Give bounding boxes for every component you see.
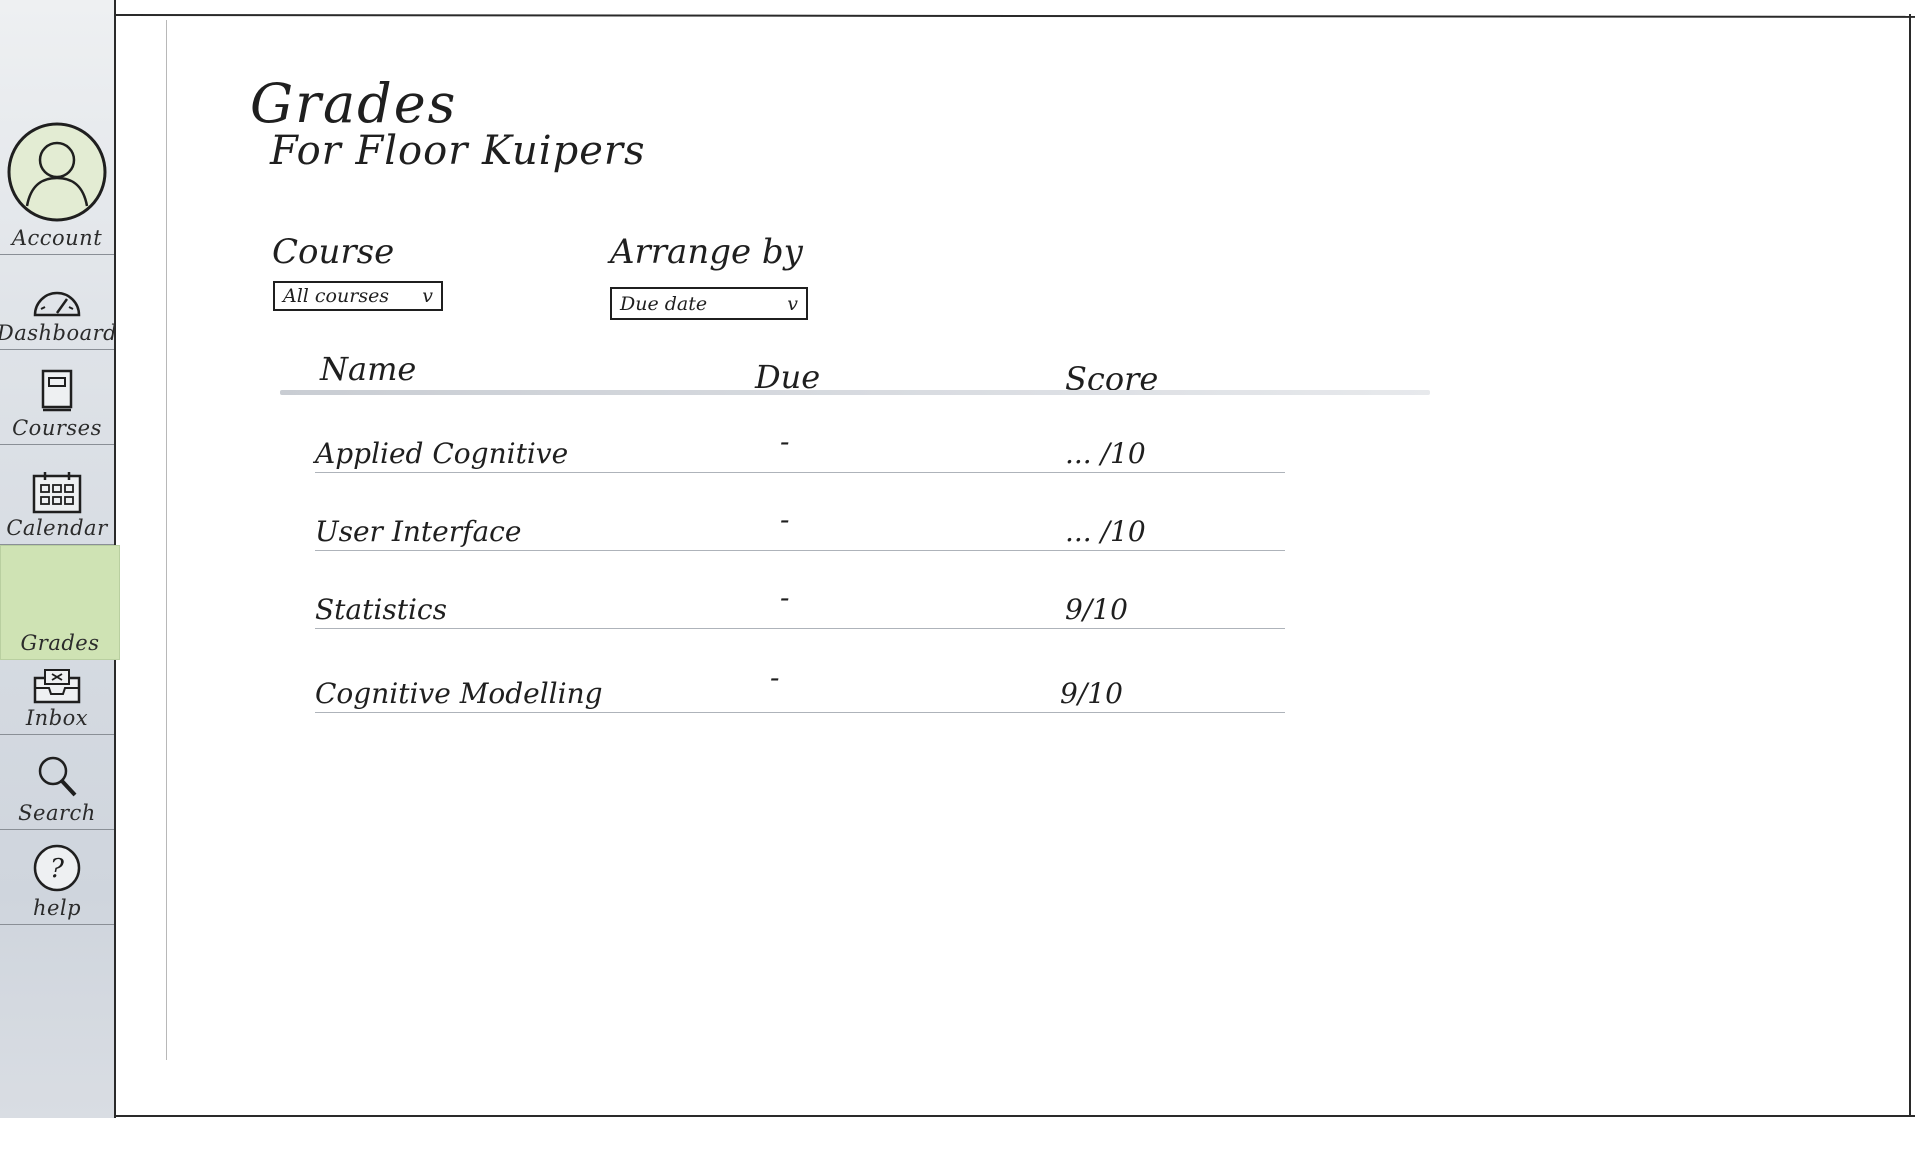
frame-right-border: [1909, 14, 1911, 1115]
sidebar-item-courses[interactable]: Courses: [0, 350, 114, 445]
sidebar-item-inbox[interactable]: Inbox: [0, 660, 114, 735]
page-subtitle: For Floor Kuipers: [270, 128, 646, 174]
due-value: -: [780, 581, 790, 614]
sidebar-item-search[interactable]: Search: [0, 735, 114, 830]
chevron-down-icon: v: [787, 292, 798, 315]
score-value: 9/10: [1060, 677, 1123, 710]
due-value: -: [780, 425, 790, 458]
course-name: Statistics: [315, 593, 447, 626]
sidebar-item-help[interactable]: ? help: [0, 830, 114, 925]
course-select[interactable]: All courses v: [273, 281, 443, 311]
arrange-filter-label: Arrange by: [610, 232, 803, 272]
sidebar-item-label: Dashboard: [0, 321, 118, 345]
score-value: ... /10: [1065, 437, 1146, 470]
chevron-down-icon: v: [422, 285, 433, 307]
page-title: Grades: [250, 72, 458, 136]
frame-top-border: [109, 14, 1916, 18]
score-value: 9/10: [1065, 593, 1128, 626]
sidebar-item-label: Grades: [20, 631, 100, 655]
course-name: User Interface: [315, 515, 522, 548]
column-header-name: Name: [320, 350, 417, 388]
course-filter-label: Course: [272, 232, 395, 272]
course-select-value: All courses: [283, 285, 390, 307]
sidebar-item-grades[interactable]: Grades: [0, 545, 120, 660]
due-value: -: [770, 661, 780, 694]
arrange-select-value: Due date: [620, 292, 708, 315]
sidebar-item-label: Inbox: [25, 706, 89, 730]
sidebar: Account Dashboard Courses Calendar Grade…: [0, 0, 120, 1118]
svg-text:?: ?: [50, 854, 65, 884]
calendar-icon: [31, 470, 83, 514]
table-row[interactable]: Cognitive Modelling - 9/10: [315, 642, 1285, 713]
table-row[interactable]: Applied Cognitive - ... /10: [315, 402, 1285, 473]
sidebar-item-label: Search: [18, 801, 96, 825]
sidebar-item-label: Courses: [12, 416, 102, 440]
content-margin-line: [166, 20, 167, 1060]
course-name: Applied Cognitive: [315, 437, 569, 470]
score-value: ... /10: [1065, 515, 1146, 548]
sidebar-item-label: help: [32, 896, 82, 920]
inbox-icon: [31, 668, 83, 704]
user-avatar-icon: [5, 120, 109, 224]
header-divider: [280, 390, 1430, 395]
help-icon: ?: [31, 842, 83, 894]
due-value: -: [780, 503, 790, 536]
sidebar-item-dashboard[interactable]: Dashboard: [0, 255, 118, 350]
table-row[interactable]: Statistics - 9/10: [315, 558, 1285, 629]
book-icon: [37, 368, 77, 414]
speedometer-icon: [31, 287, 83, 319]
table-row[interactable]: User Interface - ... /10: [315, 480, 1285, 551]
sidebar-item-calendar[interactable]: Calendar: [0, 445, 114, 545]
sidebar-item-label: Account: [11, 226, 103, 250]
course-name: Cognitive Modelling: [315, 677, 603, 710]
arrange-select[interactable]: Due date v: [610, 287, 808, 320]
sidebar-item-label: Calendar: [6, 516, 108, 540]
frame-bottom-border: [110, 1115, 1915, 1117]
sidebar-item-account[interactable]: Account: [0, 0, 114, 255]
search-icon: [35, 753, 79, 799]
